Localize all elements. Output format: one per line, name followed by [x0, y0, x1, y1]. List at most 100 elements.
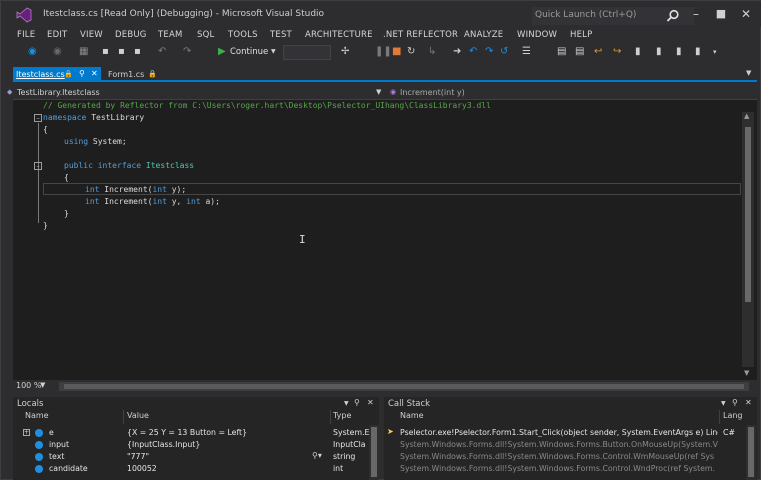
continue-button[interactable]: Continue	[230, 47, 268, 57]
table-row[interactable]: text "777" ⚲▾ string	[13, 451, 369, 463]
expand-icon[interactable]: +	[23, 429, 30, 436]
menu-view[interactable]: VIEW	[80, 30, 103, 40]
continue-dropdown-icon[interactable]: ▼	[271, 46, 276, 58]
zoom-dropdown-icon[interactable]: ▼	[40, 381, 45, 389]
table-row[interactable]: + e {X = 25 Y = 13 Button = Left} System…	[13, 427, 369, 439]
attach-icon[interactable]: ✢	[341, 46, 349, 58]
using-target: System;	[92, 137, 127, 146]
step-into-icon[interactable]: ➜	[453, 46, 461, 58]
bookmark-clear-icon[interactable]: ▮	[695, 46, 701, 58]
menu-file[interactable]: FILE	[17, 30, 35, 40]
table-row[interactable]: candidate 100052 int	[13, 463, 369, 475]
step-out-icon[interactable]: ↷	[485, 46, 493, 58]
local-type: int	[333, 464, 344, 473]
step-back-icon[interactable]: ↺	[500, 46, 508, 58]
menu-net-reflector[interactable]: .NET REFLECTOR	[383, 30, 458, 40]
menu-sql[interactable]: SQL	[197, 30, 214, 40]
save-all-icon[interactable]: ▪	[134, 46, 141, 58]
collapse-interface-icon[interactable]: –	[34, 162, 42, 170]
call-stack-vertical-scrollbar[interactable]	[746, 425, 756, 480]
column-divider[interactable]	[330, 410, 331, 424]
pin-icon[interactable]: ⚲	[354, 398, 360, 407]
menu-help[interactable]: HELP	[570, 30, 592, 40]
threads-icon[interactable]: ▤	[557, 46, 566, 58]
table-row[interactable]: System.Windows.Forms.dll!System.Windows.…	[384, 439, 746, 451]
comment-icon[interactable]: ▤	[575, 46, 584, 58]
uncomment-icon[interactable]: ↩	[594, 46, 602, 58]
restart-icon[interactable]: ↻	[407, 46, 415, 58]
bookmark-icon[interactable]: ▮	[635, 46, 641, 58]
bookmark-next-icon[interactable]: ▮	[656, 46, 662, 58]
menu-team[interactable]: TEAM	[158, 30, 183, 40]
continue-play-icon[interactable]: ▶	[218, 46, 226, 58]
column-header-lang[interactable]: Lang	[723, 411, 743, 423]
close-button[interactable]: ✕	[737, 6, 755, 22]
bookmark-folder-icon[interactable]: ▮	[676, 46, 682, 58]
scroll-up-icon[interactable]: ▲	[744, 112, 749, 120]
tab-list-dropdown-icon[interactable]: ▼	[746, 69, 751, 77]
table-row[interactable]: System.Windows.Forms.dll!System.Windows.…	[384, 451, 746, 463]
undo-icon[interactable]: ↶	[158, 46, 166, 58]
new-project-icon[interactable]: ▦	[79, 46, 88, 58]
zoom-level[interactable]: 100 %	[16, 381, 41, 390]
scrollbar-thumb[interactable]	[745, 127, 751, 302]
column-header-value[interactable]: Value	[127, 411, 149, 423]
minimize-button[interactable]: –	[687, 6, 705, 22]
column-header-name[interactable]: Name	[25, 411, 49, 423]
stop-debugging-icon[interactable]: ■	[392, 46, 401, 58]
forward-navigation-icon[interactable]: ◉	[53, 46, 62, 58]
type-dropdown-arrow-icon[interactable]: ▼	[376, 88, 381, 96]
column-divider[interactable]	[719, 410, 720, 424]
pane-menu-icon[interactable]: ▼	[721, 400, 726, 407]
scroll-down-icon[interactable]: ▼	[744, 369, 749, 377]
pin-icon[interactable]: ⚲	[79, 69, 85, 78]
code-editor[interactable]: – – // Generated by Reflector from C:\Us…	[13, 100, 757, 380]
menu-debug[interactable]: DEBUG	[115, 30, 147, 40]
scrollbar-thumb[interactable]	[64, 384, 744, 389]
save-icon[interactable]: ▪	[118, 46, 125, 58]
pin-icon[interactable]: ⚲	[732, 398, 738, 407]
menu-edit[interactable]: EDIT	[47, 30, 67, 40]
magnifier-icon[interactable]: ⚲▾	[312, 451, 322, 460]
editor-horizontal-scrollbar[interactable]	[59, 382, 749, 391]
member-dropdown[interactable]: Increment(int y)	[400, 88, 465, 97]
comment-text: // Generated by Reflector from C:\Users\…	[43, 101, 491, 110]
visual-studio-logo-icon	[16, 7, 32, 23]
break-all-icon[interactable]: ❚❚	[375, 46, 392, 58]
table-row[interactable]: ➤ Pselector.exe!Pselector.Form1.Start_Cl…	[384, 427, 746, 439]
step-over-icon[interactable]: ↶	[469, 46, 477, 58]
table-row[interactable]: System.Windows.Forms.dll!System.Windows.…	[384, 463, 746, 475]
column-header-type[interactable]: Type	[333, 411, 351, 423]
tab-form1[interactable]: Form1.cs	[108, 70, 144, 79]
table-row[interactable]: input {InputClass.Input} InputCla	[13, 439, 369, 451]
solution-config-combo[interactable]	[283, 45, 331, 60]
menu-architecture[interactable]: ARCHITECTURE	[305, 30, 373, 40]
toolbar-overflow-icon[interactable]: ▾	[713, 46, 717, 58]
back-navigation-icon[interactable]: ◉	[28, 46, 37, 58]
collapse-namespace-icon[interactable]: –	[34, 114, 42, 122]
menu-test[interactable]: TEST	[270, 30, 292, 40]
editor-vertical-scrollbar[interactable]	[742, 112, 754, 367]
column-divider[interactable]	[123, 410, 124, 424]
scrollbar-thumb[interactable]	[371, 427, 377, 477]
type-dropdown[interactable]: TestLibrary.Itestclass	[17, 88, 100, 97]
menu-tools[interactable]: TOOLS	[228, 30, 258, 40]
hex-display-icon[interactable]: ☰	[522, 46, 531, 58]
tab-itestclass[interactable]: Itestclass.cs 🔒 ⚲ ✕	[13, 67, 101, 82]
maximize-button[interactable]: ■	[712, 6, 730, 22]
close-pane-icon[interactable]: ✕	[367, 398, 374, 407]
search-icon[interactable]	[666, 9, 680, 23]
menu-window[interactable]: WINDOW	[517, 30, 557, 40]
column-header-name[interactable]: Name	[400, 411, 424, 423]
close-pane-icon[interactable]: ✕	[745, 398, 752, 407]
locals-vertical-scrollbar[interactable]	[369, 425, 379, 480]
scrollbar-thumb[interactable]	[748, 427, 754, 477]
menu-analyze[interactable]: ANALYZE	[464, 30, 503, 40]
pane-menu-icon[interactable]: ▼	[344, 400, 349, 407]
bookmark-prev-icon[interactable]: ↪	[613, 46, 621, 58]
open-file-icon[interactable]: ▪	[102, 46, 109, 58]
frame-name: System.Windows.Forms.dll!System.Windows.…	[400, 452, 715, 461]
close-tab-icon[interactable]: ✕	[91, 69, 98, 78]
redo-icon[interactable]: ↷	[183, 46, 191, 58]
show-next-statement-icon[interactable]: ↳	[428, 46, 436, 58]
